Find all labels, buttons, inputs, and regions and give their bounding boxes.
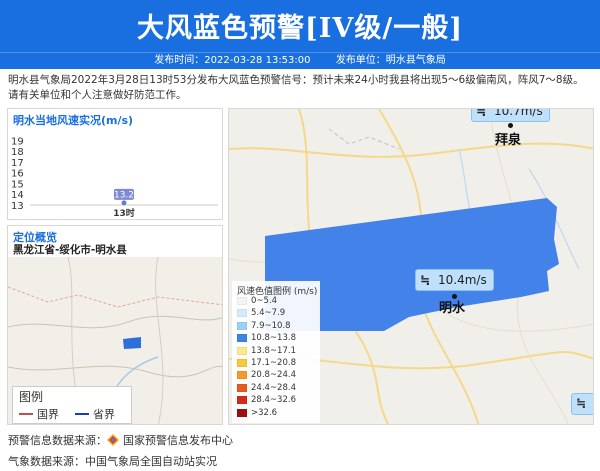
speed-legend-swatch	[237, 309, 247, 318]
overview-legend: 图例 国界 省界	[12, 386, 132, 424]
speed-legend-row: 28.4~32.6	[237, 395, 296, 405]
location-overview-panel: 定位概览 黑龙江省-绥化市-明水县 图例 国界 省界	[7, 225, 223, 425]
legend-item-province-border: 省界	[75, 406, 115, 422]
wind-tag-baiquan[interactable]: ≒ 10.7m/s	[471, 108, 550, 122]
y-tick-label: 13	[11, 201, 24, 212]
y-tick-label: 18	[11, 147, 24, 158]
speed-legend-label: 24.4~28.4	[251, 382, 296, 393]
speed-legend-row: >32.6	[237, 408, 277, 418]
x-tick-label: 13时	[113, 207, 135, 219]
page-title: 大风蓝色预警[IV级/一般]	[137, 13, 463, 44]
city-label-baiquan: 拜泉	[495, 133, 522, 148]
speed-legend-label: 13.8~17.1	[251, 345, 296, 356]
speed-legend-swatch	[237, 383, 247, 392]
wind-speed-point[interactable]	[121, 200, 127, 206]
speed-legend-label: 5.4~7.9	[251, 308, 286, 319]
location-path: 黑龙江省-绥化市-明水县	[13, 244, 127, 256]
legend-title: 图例	[19, 390, 44, 404]
speed-legend-label: 17.1~20.8	[251, 358, 296, 368]
wind-tag-mingshui[interactable]: ≒ 10.4m/s	[415, 269, 494, 291]
province-border-line-icon	[75, 413, 89, 415]
speed-legend-row: 20.8~24.4	[237, 370, 296, 380]
wind-icon: ≒	[476, 108, 487, 118]
header-banner: 大风蓝色预警[IV级/一般]	[0, 0, 600, 52]
warning-source-name[interactable]: 国家预警信息发布中心	[123, 432, 233, 448]
wind-icon: ≒	[576, 396, 587, 410]
speed-legend-swatch	[237, 346, 247, 355]
speed-legend-row: 13.8~17.1	[237, 346, 296, 356]
wind-speed-panel: 明水当地风速实况(m/s) 13 14 15 16 17 18 19 13.2 13时	[7, 108, 223, 220]
speed-legend-label: 20.8~24.4	[251, 370, 296, 381]
y-tick-label: 14	[11, 190, 24, 201]
warning-description: 明水县气象局2022年3月28日13时53分发布大风蓝色预警信号：预计未来24小…	[8, 74, 584, 101]
wind-speed-chart: 13141516171819 13.2 13时	[11, 136, 218, 219]
wind-tag-offscreen[interactable]: ≒	[571, 393, 593, 415]
main-map-panel[interactable]: ≒ 10.7m/s 拜泉 ≒ 10.4m/s 明水 ≒ 风速色值图例 (m/s)…	[228, 108, 594, 425]
city-dot-baiquan	[508, 123, 513, 128]
y-tick-label: 17	[11, 158, 24, 169]
speed-legend-label: 10.8~13.8	[251, 333, 296, 344]
speed-legend-swatch	[237, 334, 247, 343]
speed-legend-swatch	[237, 359, 247, 367]
warning-source-line: 预警信息数据来源： 国家预警信息发布中心	[8, 432, 233, 448]
speed-legend-label: 7.9~10.8	[251, 320, 291, 331]
speed-legend-swatch	[237, 408, 247, 417]
speed-legend-label: 28.4~32.6	[251, 395, 296, 406]
weather-source-line: 气象数据来源：中国气象局全国自动站实况	[8, 455, 217, 468]
wind-icon: ≒	[420, 273, 431, 287]
speed-legend-row: 24.4~28.4	[237, 383, 296, 393]
speed-legend-label: 0~5.4	[251, 296, 278, 306]
speed-legend-row: 17.1~20.8	[237, 358, 296, 368]
speed-legend-swatch	[237, 396, 247, 405]
speed-legend-row: 5.4~7.9	[237, 308, 285, 318]
speed-legend-label: >32.6	[251, 407, 278, 418]
speed-legend-row: 10.8~13.8	[237, 333, 296, 343]
y-tick-label: 16	[11, 169, 24, 180]
speed-legend-swatch	[237, 297, 247, 305]
speed-legend-swatch	[237, 321, 247, 330]
wind-speed-legend: 风速色值图例 (m/s) 0~5.4 5.4~7.9 7.9~10.8 10.8~13…	[232, 281, 320, 423]
publish-unit: 发布单位：明水县气象局	[335, 55, 446, 66]
overview-warning-area	[123, 337, 141, 349]
legend-item-national-border: 国界	[19, 406, 59, 422]
y-tick-label: 19	[11, 136, 24, 147]
speed-legend-row: 7.9~10.8	[237, 321, 291, 331]
publish-meta: 发布时间：2022-03-28 13:53:00 发布单位：明水县气象局	[0, 52, 600, 69]
warning-center-logo-icon	[107, 434, 119, 446]
speed-legend-row: 0~5.4	[237, 296, 277, 306]
data-label: 13.2	[114, 190, 134, 200]
national-border-line-icon	[19, 413, 33, 415]
speed-legend-swatch	[237, 371, 247, 380]
city-label-mingshui: 明水	[439, 301, 466, 316]
publish-time: 发布时间：2022-03-28 13:53:00	[154, 55, 311, 66]
y-tick-label: 15	[11, 179, 24, 190]
